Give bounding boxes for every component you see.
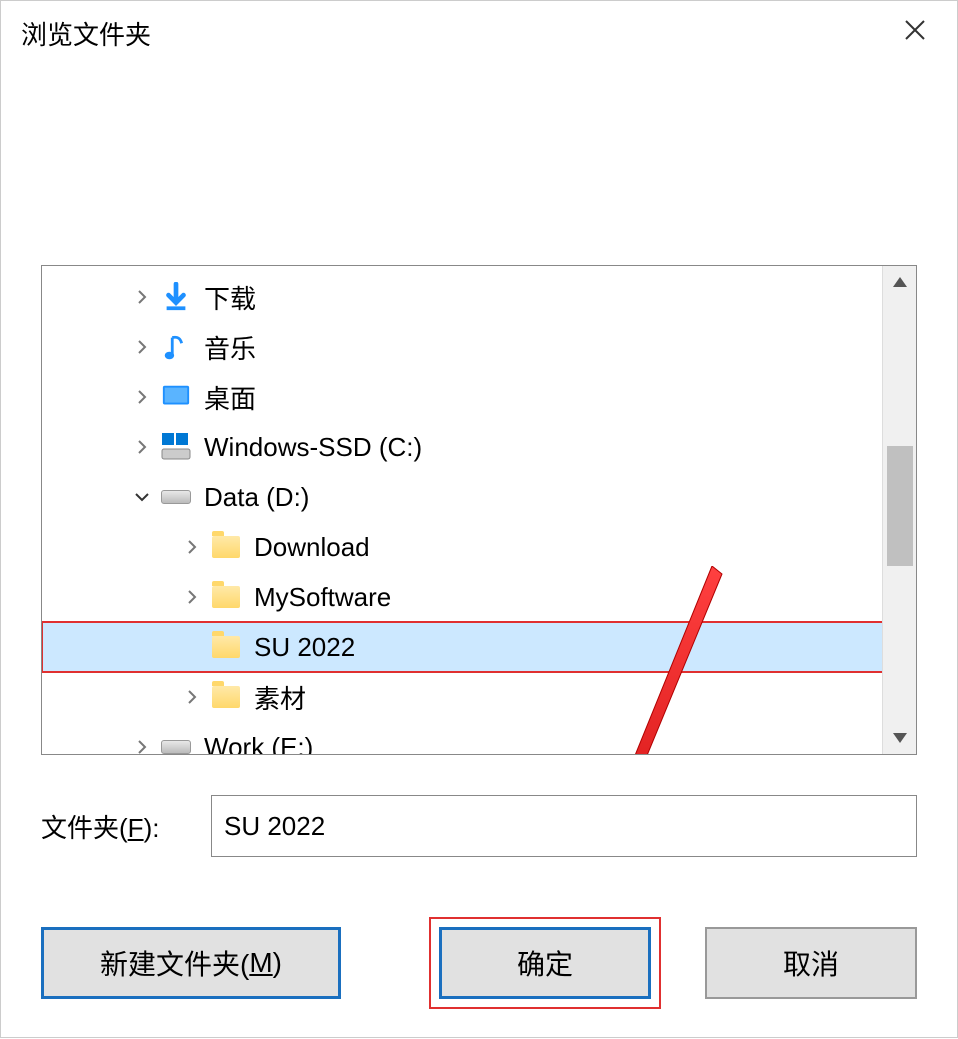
chevron-right-icon[interactable] — [182, 687, 202, 707]
chevron-down-icon[interactable] — [132, 487, 152, 507]
tree-item-label: Download — [254, 532, 370, 563]
tree-item[interactable]: Download — [42, 522, 916, 572]
chevron-right-icon[interactable] — [182, 537, 202, 557]
tree-item[interactable]: Data (D:) — [42, 472, 916, 522]
chevron-right-icon[interactable] — [182, 587, 202, 607]
tree-item[interactable]: SU 2022 — [42, 622, 916, 672]
drive-icon — [160, 481, 192, 513]
tree-item-label: 音乐 — [204, 329, 256, 366]
dialog-title: 浏览文件夹 — [21, 15, 151, 52]
browse-folder-dialog: 浏览文件夹 下载音乐桌面 Windows-SSD (C:) Data (D:) Dow… — [0, 0, 958, 1038]
ok-button-highlight: 确定 — [429, 917, 661, 1009]
tree-item[interactable]: Windows-SSD (C:) — [42, 422, 916, 472]
music-icon — [160, 331, 192, 363]
tree-item[interactable]: 桌面 — [42, 372, 916, 422]
chevron-right-icon[interactable] — [132, 437, 152, 457]
chevron-right-icon[interactable] — [132, 287, 152, 307]
tree-item-label: Windows-SSD (C:) — [204, 432, 422, 463]
scrollbar[interactable] — [882, 266, 916, 754]
windows-drive-icon — [160, 431, 192, 463]
tree-item[interactable]: 下载 — [42, 272, 916, 322]
scroll-thumb[interactable] — [887, 446, 913, 566]
chevron-right-icon[interactable] — [132, 337, 152, 357]
tree-item[interactable]: MySoftware — [42, 572, 916, 622]
cancel-button[interactable]: 取消 — [705, 927, 917, 999]
tree-item-label: Data (D:) — [204, 482, 309, 513]
chevron-right-icon[interactable] — [132, 737, 152, 754]
scroll-down-arrow[interactable] — [883, 722, 916, 754]
tree-item-label: SU 2022 — [254, 632, 355, 663]
folder-icon — [210, 681, 242, 713]
folder-name-row: 文件夹(F): — [41, 795, 917, 857]
close-icon — [903, 18, 927, 42]
folder-tree-container: 下载音乐桌面 Windows-SSD (C:) Data (D:) Download M… — [41, 265, 917, 755]
tree-item-label: 素材 — [254, 679, 306, 716]
folder-icon — [210, 631, 242, 663]
chevron-right-icon[interactable] — [132, 387, 152, 407]
folder-icon — [210, 531, 242, 563]
dialog-content: 下载音乐桌面 Windows-SSD (C:) Data (D:) Download M… — [1, 65, 957, 1039]
tree-item-label: 下载 — [204, 279, 256, 316]
close-button[interactable] — [893, 13, 937, 53]
titlebar: 浏览文件夹 — [1, 1, 957, 65]
scroll-up-arrow[interactable] — [883, 266, 916, 298]
desktop-icon — [160, 381, 192, 413]
tree-item[interactable]: 素材 — [42, 672, 916, 722]
drive-icon — [160, 731, 192, 754]
tree-item-label: Work (E:) — [204, 732, 313, 755]
folder-field-label: 文件夹(F): — [41, 808, 211, 845]
tree-item-label: 桌面 — [204, 379, 256, 416]
new-folder-button[interactable]: 新建文件夹(M) — [41, 927, 341, 999]
tree-item[interactable]: Work (E:) — [42, 722, 916, 754]
tree-item-label: MySoftware — [254, 582, 391, 613]
tree-item[interactable]: 音乐 — [42, 322, 916, 372]
download-icon — [160, 281, 192, 313]
folder-icon — [210, 581, 242, 613]
folder-tree[interactable]: 下载音乐桌面 Windows-SSD (C:) Data (D:) Download M… — [42, 266, 916, 754]
button-row: 新建文件夹(M) 确定 取消 — [41, 917, 917, 1009]
ok-button[interactable]: 确定 — [439, 927, 651, 999]
folder-name-input[interactable] — [211, 795, 917, 857]
